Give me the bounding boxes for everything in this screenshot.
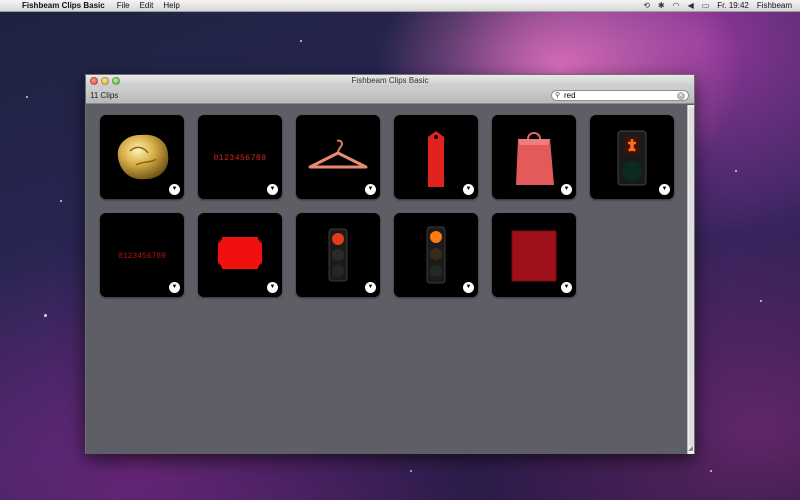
scrollbar-thumb[interactable]: [689, 107, 694, 447]
star: [735, 170, 737, 172]
clip-pedestrian-traffic-light[interactable]: ▼: [590, 115, 674, 199]
close-button[interactable]: [90, 77, 98, 85]
clip-clothes-hanger[interactable]: ▼: [296, 115, 380, 199]
menu-bar: Fishbeam Clips Basic File Edit Help ⟲ ✱ …: [0, 0, 800, 12]
zoom-button[interactable]: [112, 77, 120, 85]
search-field[interactable]: ⚲ ✕: [551, 90, 689, 101]
app-window: Fishbeam Clips Basic 11 Clips ⚲ ✕: [85, 74, 695, 454]
volume-icon[interactable]: ◀: [688, 1, 694, 10]
star: [60, 200, 62, 202]
clip-red-digital-numbers-2[interactable]: 0123456789 ▼: [100, 213, 184, 297]
battery-icon[interactable]: ▭: [702, 1, 710, 10]
menu-file[interactable]: File: [117, 1, 130, 10]
window-controls: [90, 77, 120, 85]
clip-menu-button[interactable]: ▼: [561, 184, 572, 195]
digital-numbers-text: 0123456789: [118, 252, 166, 261]
menu-edit[interactable]: Edit: [140, 1, 154, 10]
search-icon: ⚲: [555, 92, 561, 99]
star: [760, 300, 762, 302]
clip-menu-button[interactable]: ▼: [365, 282, 376, 293]
clip-traffic-light-red-amber[interactable]: ▼: [394, 213, 478, 297]
star: [300, 40, 302, 42]
clip-red-ticket[interactable]: ▼: [198, 213, 282, 297]
bluetooth-icon[interactable]: ✱: [658, 1, 665, 10]
resize-grip-icon[interactable]: ◢: [687, 446, 694, 453]
clip-menu-button[interactable]: ▼: [169, 282, 180, 293]
clip-red-shopping-bag[interactable]: ▼: [492, 115, 576, 199]
clip-menu-button[interactable]: ▼: [267, 282, 278, 293]
clip-gold-nugget[interactable]: ▼: [100, 115, 184, 199]
clip-menu-button[interactable]: ▼: [659, 184, 670, 195]
clear-search-icon[interactable]: ✕: [677, 91, 685, 100]
user-name[interactable]: Fishbeam: [757, 1, 792, 10]
star: [26, 96, 28, 98]
clip-red-digital-numbers[interactable]: 0123456789 ▼: [198, 115, 282, 199]
menu-help[interactable]: Help: [163, 1, 179, 10]
clip-menu-button[interactable]: ▼: [463, 184, 474, 195]
clip-menu-button[interactable]: ▼: [365, 184, 376, 195]
clips-grid: ▼ 0123456789 ▼ ▼ ▼ ▼ ▼ 0123456789 ▼ ▼ ▼ …: [86, 105, 688, 454]
star: [44, 314, 47, 317]
window-title: Fishbeam Clips Basic: [351, 76, 429, 85]
minimize-button[interactable]: [101, 77, 109, 85]
clip-count: 11 Clips: [90, 91, 119, 100]
menu-app-name[interactable]: Fishbeam Clips Basic: [22, 1, 105, 10]
menubar-status-area: ⟲ ✱ ◠ ◀ ▭ Fr. 19:42 Fishbeam: [643, 1, 800, 10]
clip-red-paper-texture[interactable]: ▼: [492, 213, 576, 297]
window-titlebar[interactable]: Fishbeam Clips Basic: [86, 75, 694, 87]
window-toolbar: 11 Clips ⚲ ✕: [86, 87, 694, 104]
clock[interactable]: Fr. 19:42: [717, 1, 749, 10]
wifi-icon[interactable]: ◠: [673, 1, 680, 10]
clip-red-tag[interactable]: ▼: [394, 115, 478, 199]
clip-menu-button[interactable]: ▼: [267, 184, 278, 195]
clip-menu-button[interactable]: ▼: [561, 282, 572, 293]
star: [410, 470, 412, 472]
clip-menu-button[interactable]: ▼: [463, 282, 474, 293]
clip-traffic-light-red[interactable]: ▼: [296, 213, 380, 297]
search-input[interactable]: [564, 91, 677, 100]
digital-numbers-text: 0123456789: [213, 154, 266, 163]
time-machine-icon[interactable]: ⟲: [643, 1, 650, 10]
clip-menu-button[interactable]: ▼: [169, 184, 180, 195]
star: [710, 470, 712, 472]
vertical-scrollbar[interactable]: [687, 105, 694, 454]
